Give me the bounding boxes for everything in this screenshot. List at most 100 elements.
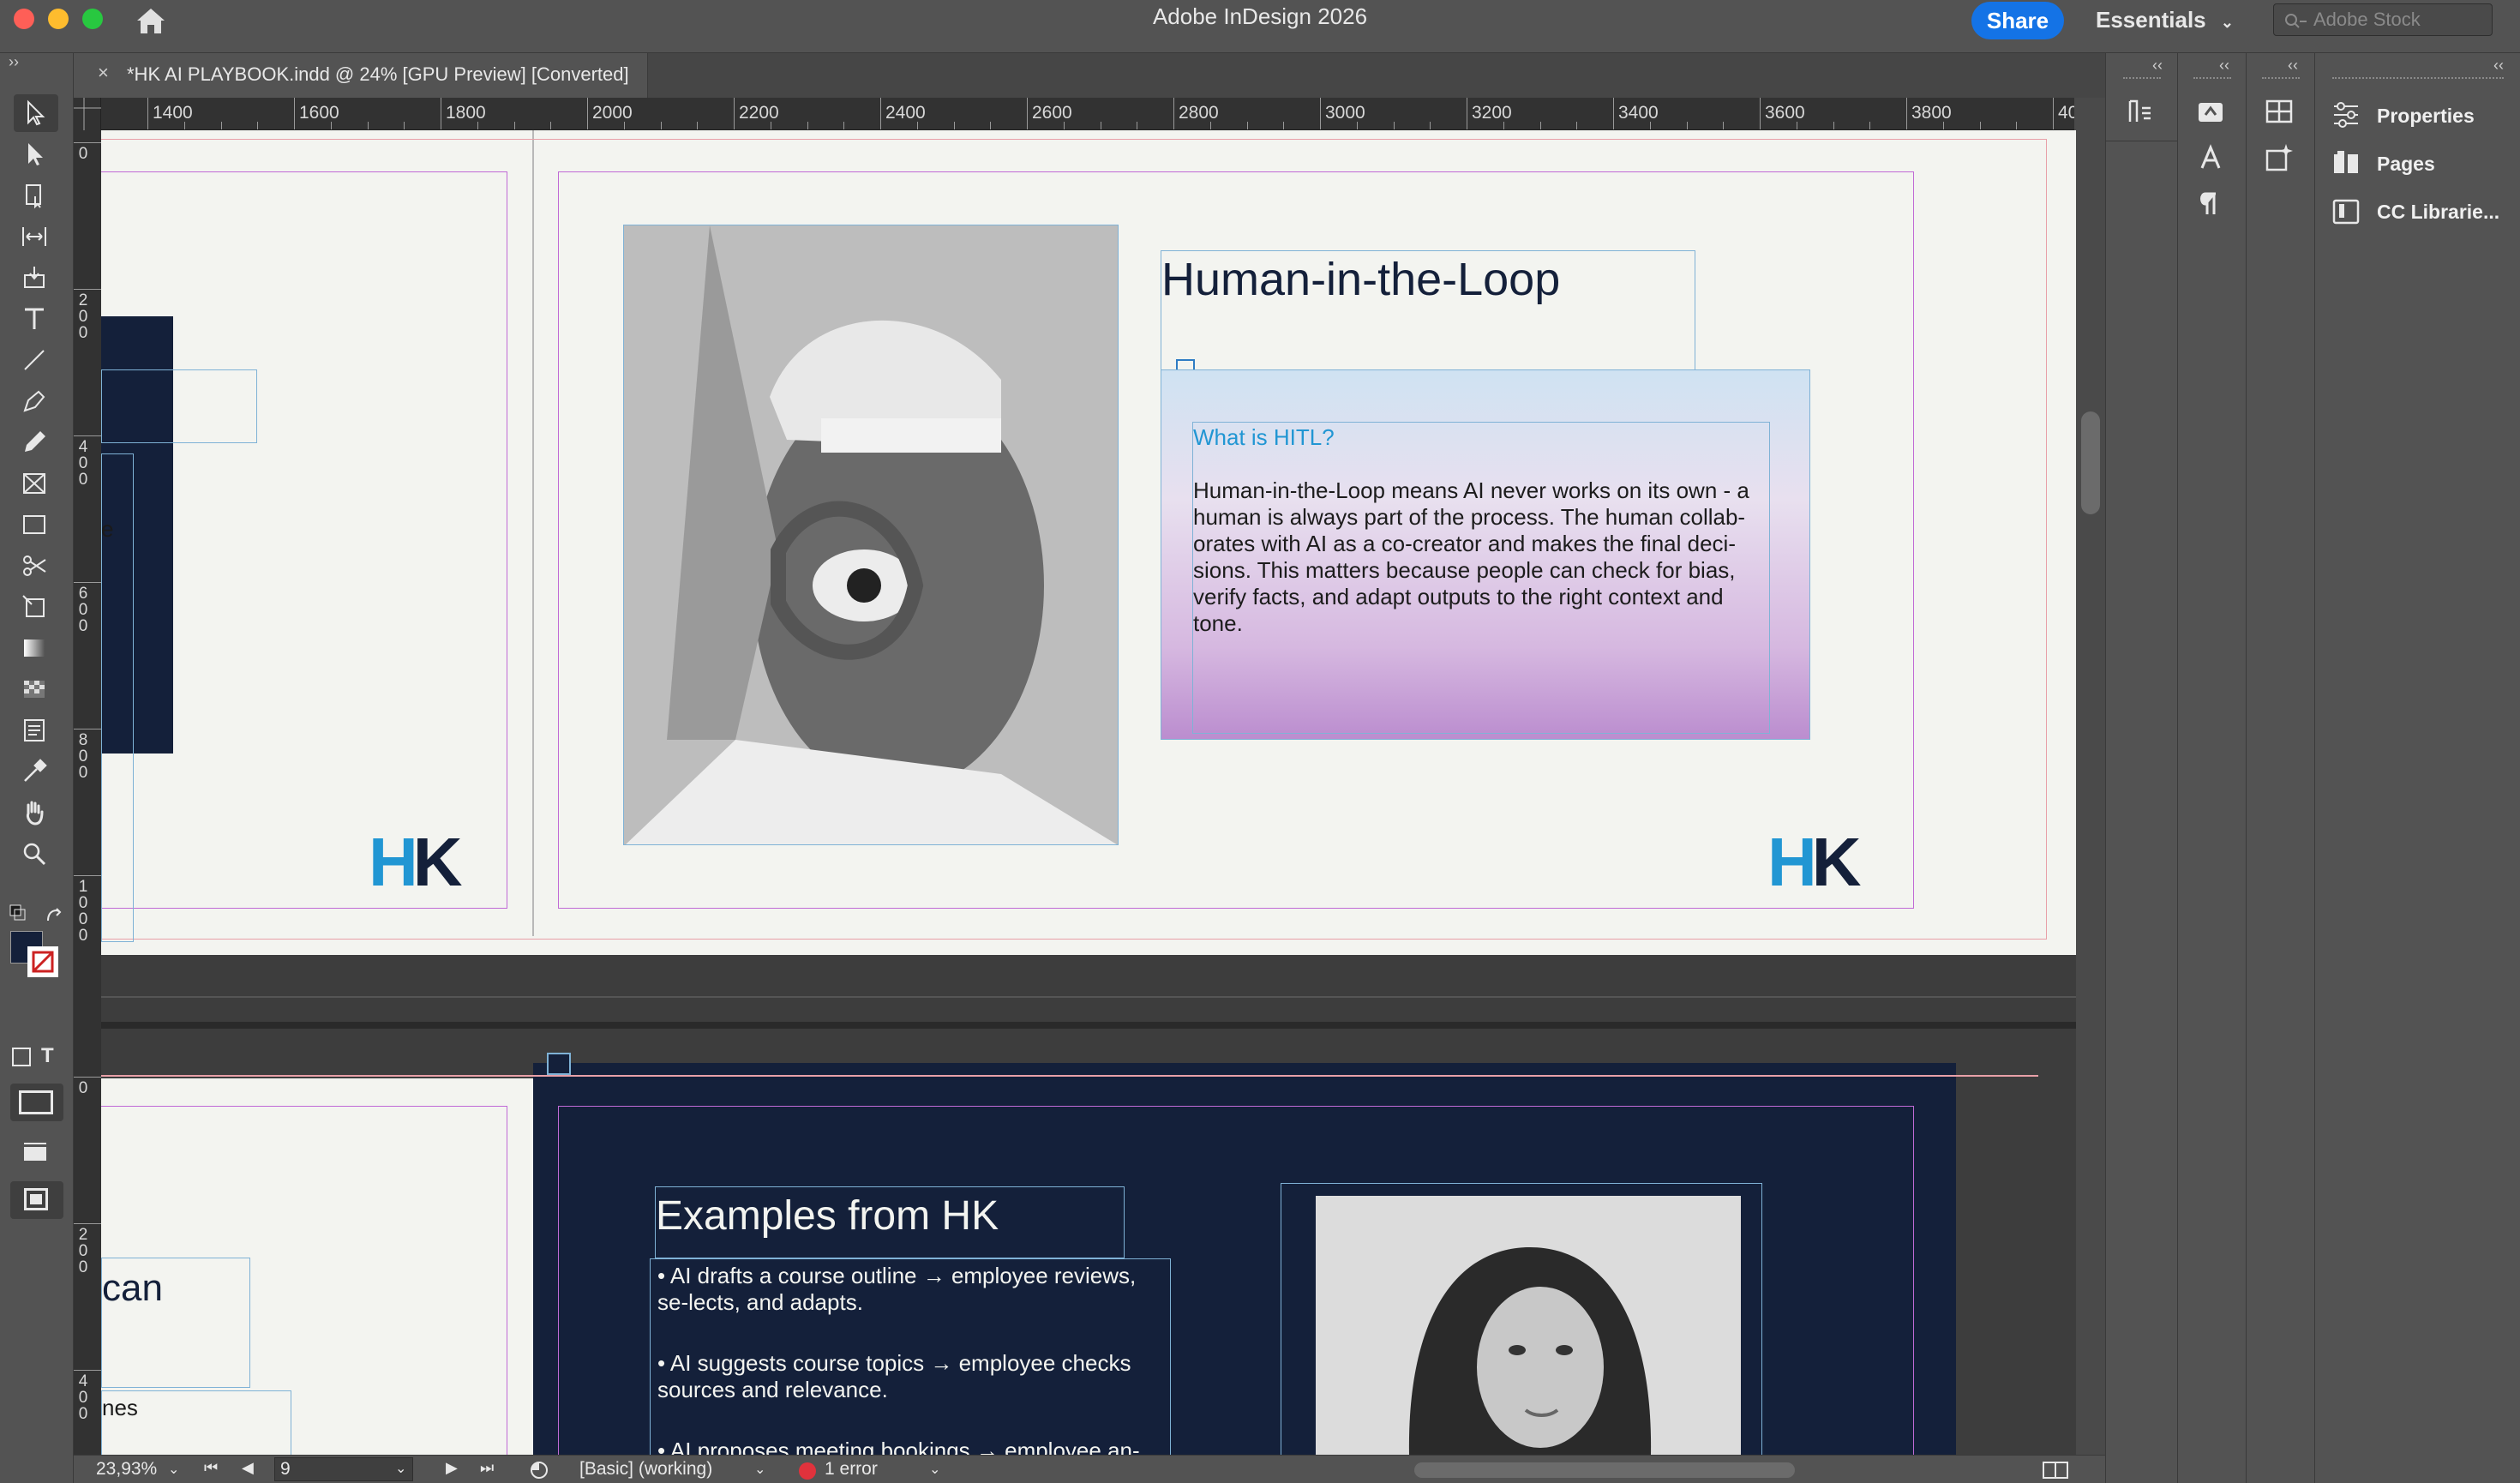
gradient-tool-icon[interactable] xyxy=(15,631,53,665)
content-collector-tool-icon[interactable] xyxy=(15,261,53,295)
hand-tool-icon[interactable] xyxy=(15,796,53,830)
spread2-left-heading-frame[interactable]: can xyxy=(101,1258,250,1388)
fill-stroke-swatch[interactable] xyxy=(10,931,62,979)
vertical-scrollbar-thumb[interactable] xyxy=(2081,411,2100,514)
direct-selection-tool-icon[interactable] xyxy=(15,137,53,171)
portrait-photo-woman[interactable] xyxy=(1316,1196,1741,1455)
zoom-tool-icon[interactable] xyxy=(15,837,53,871)
zoom-chevron-icon[interactable]: ⌄ xyxy=(168,1461,179,1478)
collapse-panel-icon[interactable]: ‹‹ xyxy=(2493,57,2504,75)
expand-panel-icon[interactable]: ›› xyxy=(9,53,19,71)
hk-logo-k: K xyxy=(412,824,463,900)
collapse-panel-icon[interactable]: ‹‹ xyxy=(2219,57,2229,75)
vertical-ruler[interactable]: 0 200 400 600 800 1000 0 200 400 xyxy=(74,130,101,1455)
collapse-panel-icon[interactable]: ‹‹ xyxy=(2288,57,2298,75)
ruler-minor-tick xyxy=(990,122,992,129)
horizontal-scrollbar-thumb[interactable] xyxy=(1414,1462,1795,1478)
open-document-icon[interactable] xyxy=(526,1459,552,1483)
workspace-switcher[interactable]: Essentials ⌄ xyxy=(2096,7,2234,33)
ruler-minor-tick xyxy=(953,122,955,129)
portrait-photo-woman-frame[interactable] xyxy=(1281,1183,1762,1455)
document-tab[interactable]: × *HK AI PLAYBOOK.indd @ 24% [GPU Previe… xyxy=(74,53,648,98)
chevron-down-icon[interactable]: ⌄ xyxy=(929,1461,940,1478)
ruler-tick xyxy=(74,582,101,583)
examples-list-frame[interactable]: • AI drafts a course outline → employee … xyxy=(650,1258,1171,1455)
cc-libraries-panel-tab[interactable]: CC Librarie... xyxy=(2315,187,2520,237)
collapse-panel-icon[interactable]: ‹‹ xyxy=(2152,57,2163,75)
character-styles-icon[interactable] xyxy=(2195,142,2226,173)
ruler-label: 1400 xyxy=(153,103,193,123)
examples-heading-frame[interactable]: Examples from HK xyxy=(655,1186,1125,1258)
pages-panel-tab[interactable]: Pages xyxy=(2315,139,2520,189)
rectangle-tool-icon[interactable] xyxy=(15,507,53,542)
layers-grid-icon[interactable] xyxy=(2264,96,2295,127)
preview-mode-icon[interactable] xyxy=(10,1181,63,1219)
cc-libraries-label: CC Librarie... xyxy=(2377,201,2500,223)
next-page-icon[interactable]: ▶ xyxy=(446,1459,458,1477)
ruler-label: 600 xyxy=(78,585,88,635)
spread1-left-text-frame[interactable] xyxy=(101,369,257,443)
default-fill-stroke-icon[interactable] xyxy=(9,904,65,926)
panel-dock-1: ‹‹ xyxy=(2105,53,2178,1483)
heading-human-in-the-loop: Human-in-the-Loop xyxy=(1161,254,1561,305)
search-icon xyxy=(2283,10,2308,41)
formatting-text-icon[interactable]: T xyxy=(41,1044,54,1068)
hitl-callout-text-frame[interactable]: What is HITL? Human-in-the-Loop means AI… xyxy=(1192,422,1770,734)
formatting-container-icon[interactable] xyxy=(12,1048,31,1066)
document-canvas[interactable]: e HK Human-in-the-Loop What is HITL? Hum… xyxy=(101,130,2076,1455)
portrait-photo-man[interactable] xyxy=(623,225,1119,845)
zoom-level[interactable]: 23,93% xyxy=(96,1459,157,1480)
page-number-field[interactable]: 9 ⌄ xyxy=(274,1457,413,1481)
adobe-stock-search-input[interactable]: Adobe Stock xyxy=(2273,3,2493,36)
preflight-profile[interactable]: [Basic] (working) xyxy=(579,1459,712,1480)
pen-tool-icon[interactable] xyxy=(15,384,53,418)
selection-tool-icon[interactable] xyxy=(15,96,53,130)
type-tool-icon[interactable] xyxy=(15,302,53,336)
document-tab-strip: × *HK AI PLAYBOOK.indd @ 24% [GPU Previe… xyxy=(74,53,2105,98)
last-page-icon[interactable]: ⏭ xyxy=(480,1459,494,1477)
spread2-left-text-frame[interactable]: nes xyxy=(101,1390,291,1455)
hitl-callout-body: Human-in-the-Loop means AI never works o… xyxy=(1193,477,1749,636)
properties-panel-tab[interactable]: Properties xyxy=(2315,91,2520,141)
free-transform-tool-icon[interactable] xyxy=(15,590,53,624)
title-bar: Adobe InDesign 2026 Share Essentials ⌄ A… xyxy=(0,0,2520,53)
screen-mode-icon[interactable] xyxy=(21,1140,51,1164)
cc-libraries-cloud-icon[interactable] xyxy=(2195,96,2226,127)
share-button[interactable]: Share xyxy=(1971,2,2064,39)
normal-view-mode-icon[interactable] xyxy=(10,1084,63,1121)
scissors-tool-icon[interactable] xyxy=(15,549,53,583)
page-tool-icon[interactable] xyxy=(15,178,53,213)
first-page-icon[interactable]: ⏮ xyxy=(204,1459,218,1477)
error-count[interactable]: 1 error xyxy=(825,1459,878,1480)
anchor-icon[interactable] xyxy=(547,1053,571,1075)
ruler-label: 3800 xyxy=(1911,103,1952,123)
dock-grip[interactable] xyxy=(2123,77,2161,81)
ruler-origin[interactable] xyxy=(74,98,101,130)
vertical-scrollbar[interactable] xyxy=(2078,130,2103,1455)
generative-ai-icon[interactable] xyxy=(2264,142,2295,173)
horizontal-ruler[interactable]: 1400 1600 1800 2000 2200 2400 2600 2800 3000 3200… xyxy=(74,98,2074,130)
hitl-callout-box[interactable]: What is HITL? Human-in-the-Loop means AI… xyxy=(1161,369,1810,740)
rectangle-frame-tool-icon[interactable] xyxy=(15,466,53,501)
dock-grip[interactable] xyxy=(2262,77,2300,81)
gradient-feather-tool-icon[interactable] xyxy=(15,672,53,706)
dock-grip[interactable] xyxy=(2193,77,2231,81)
panel-dock-2: ‹‹ xyxy=(2177,53,2246,1483)
chevron-down-icon[interactable]: ⌄ xyxy=(754,1461,765,1478)
paragraph-styles-icon[interactable] xyxy=(2125,96,2156,127)
gap-tool-icon[interactable] xyxy=(15,219,53,254)
previous-page-icon[interactable]: ◀ xyxy=(242,1459,254,1477)
pencil-tool-icon[interactable] xyxy=(15,425,53,459)
spread-separator xyxy=(101,996,2076,998)
ruler-label: 200 xyxy=(78,291,88,342)
line-tool-icon[interactable] xyxy=(15,343,53,377)
paragraph-icon[interactable] xyxy=(2195,189,2226,219)
split-window-icon[interactable] xyxy=(2042,1459,2069,1483)
heading-frame[interactable]: Human-in-the-Loop xyxy=(1161,250,1695,374)
close-tab-icon[interactable]: × xyxy=(98,62,109,84)
eyedropper-tool-icon[interactable] xyxy=(15,754,53,789)
ruler-tick xyxy=(734,98,735,129)
ruler-tick xyxy=(147,98,148,129)
dock-grip[interactable] xyxy=(2332,77,2504,81)
note-tool-icon[interactable] xyxy=(15,713,53,748)
